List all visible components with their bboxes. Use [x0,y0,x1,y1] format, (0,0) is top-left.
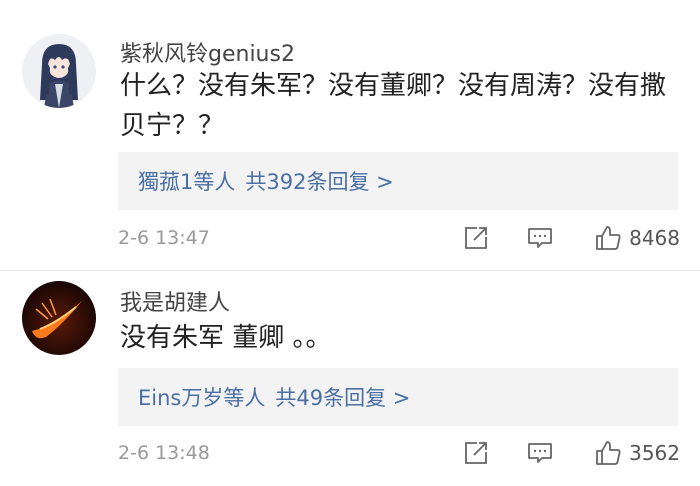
share-icon [465,442,487,464]
comment-time: 2-6 13:47 [118,227,210,249]
avatar[interactable] [22,281,96,355]
share-icon [465,227,487,249]
comment-item: 我是胡建人 没有朱军 董卿 。。 Eins万岁等人 共49条回复 > 2-6 1… [0,271,700,486]
replies-link[interactable]: 獨菰1等人 共392条回复 > [118,152,678,210]
like-button[interactable] [593,223,623,253]
like-count: 8468 [629,226,680,250]
like-count: 3562 [629,441,680,465]
share-button[interactable] [461,223,491,253]
reply-count: 共49条回复 > [275,386,411,410]
comment-button[interactable] [525,438,555,468]
comment-item: 紫秋风铃genius2 什么？没有朱军？没有董卿？没有周涛？没有撒贝宁？？ 獨菰… [0,0,700,270]
comment-icon [528,228,552,248]
reply-count: 共392条回复 > [245,170,394,194]
anime-girl-avatar-image [22,34,96,108]
share-button[interactable] [461,438,491,468]
comment-time: 2-6 13:48 [118,442,210,464]
comment-text: 什么？没有朱军？没有董卿？没有周涛？没有撒贝宁？？ [120,71,667,141]
comment-text: 没有朱军 董卿 。。 [120,323,332,353]
username[interactable]: 我是胡建人 [120,285,230,317]
like-button[interactable] [593,438,623,468]
thumbs-up-icon [596,441,621,465]
avatar[interactable] [22,34,96,108]
replies-link[interactable]: Eins万岁等人 共49条回复 > [118,368,678,426]
reply-users: Eins万岁等人 [138,386,266,410]
comment-icon [528,443,552,463]
comment-footer: 2-6 13:47 8468 [118,220,680,256]
reply-users: 獨菰1等人 [138,170,236,194]
thumbs-up-icon [596,226,621,250]
comment-footer: 2-6 13:48 3562 [118,435,680,471]
comment-button[interactable] [525,223,555,253]
username[interactable]: 紫秋风铃genius2 [120,36,295,68]
orange-swoosh-avatar-image [22,281,96,355]
